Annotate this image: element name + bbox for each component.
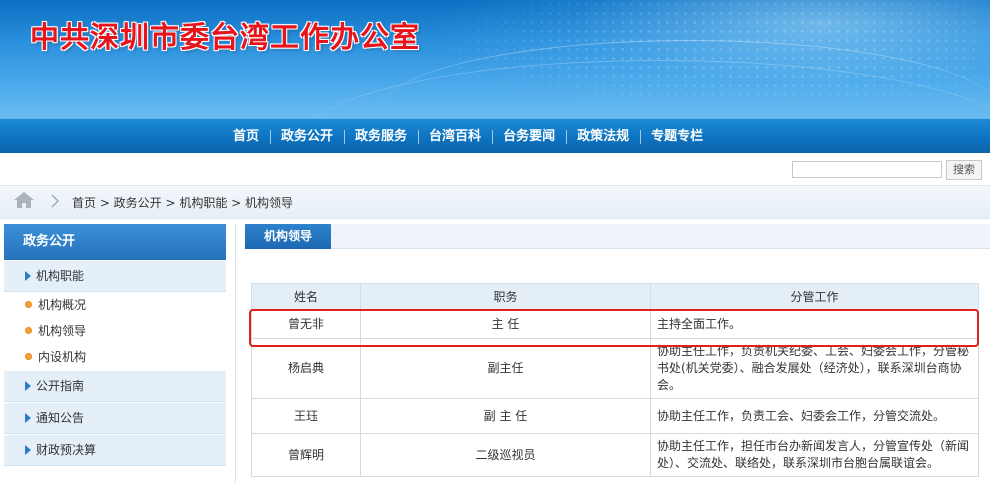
triangle-right-icon (25, 381, 31, 391)
sidebar-sub-label: 机构概况 (38, 298, 87, 312)
table-row: 王珏 副 主 任 协助主任工作，负责工会、妇委会工作，分管交流处。 (251, 398, 979, 434)
nav-item-taiwan-encyclopedia[interactable]: 台湾百科 (418, 119, 492, 154)
cell-name: 曾辉明 (251, 433, 361, 477)
sidebar-item-disclosure-guide[interactable]: 公开指南 (4, 370, 226, 402)
sidebar-sub-internal-departments[interactable]: 内设机构 (4, 344, 226, 370)
highlight-box (249, 309, 979, 347)
sidebar-sub-label: 机构领导 (38, 324, 87, 338)
cell-position: 二级巡视员 (360, 433, 651, 477)
cell-name: 王珏 (251, 398, 361, 434)
cell-position: 副 主 任 (360, 398, 651, 434)
site-banner: 中共深圳市委台湾工作办公室 (0, 0, 990, 118)
nav-item-services[interactable]: 政务服务 (344, 119, 418, 154)
bullet-icon (25, 301, 32, 308)
site-title: 中共深圳市委台湾工作办公室 (30, 20, 421, 54)
divider (235, 224, 236, 483)
table-row: 曾辉明 二级巡视员 协助主任工作，担任市台办新闻发言人，分管宣传处（新闻处）、交… (251, 433, 979, 477)
table-header-row: 姓名 职务 分管工作 (251, 283, 979, 310)
nav-item-government-affairs[interactable]: 政务公开 (270, 119, 344, 154)
triangle-right-icon (25, 271, 31, 281)
bullet-icon (25, 327, 32, 334)
table-row: 杨启典 副主任 协助主任工作，负责机关纪委、工会、妇委会工作，分管秘书处(机关党… (251, 338, 979, 399)
column-header-responsibilities: 分管工作 (650, 283, 979, 310)
content-tab-bar (245, 224, 990, 249)
breadcrumb: 首页 > 政务公开 > 机构职能 > 机构领导 (72, 196, 294, 210)
main-nav: 首页 政务公开 政务服务 台湾百科 台务要闻 政策法规 专题专栏 (0, 118, 990, 154)
sidebar-item-budget[interactable]: 财政预决算 (4, 434, 226, 466)
sidebar-heading: 政务公开 (4, 224, 226, 260)
triangle-right-icon (25, 413, 31, 423)
column-header-position: 职务 (360, 283, 651, 310)
cell-responsibilities: 协助主任工作，担任市台办新闻发言人，分管宣传处（新闻处）、交流处、联络处，联系深… (650, 433, 979, 477)
sidebar-sub-institution-overview[interactable]: 机构概况 (4, 292, 226, 318)
sidebar: 政务公开 机构职能 机构概况 机构领导 内设机构 公开指南 通知公告 财政预决算 (4, 224, 226, 466)
nav-item-topics[interactable]: 专题专栏 (640, 119, 714, 154)
search-input[interactable] (792, 161, 942, 178)
sidebar-item-notices[interactable]: 通知公告 (4, 402, 226, 434)
chevron-right-icon (51, 194, 59, 208)
sidebar-item-label: 通知公告 (36, 411, 85, 425)
nav-item-policies[interactable]: 政策法规 (566, 119, 640, 154)
cell-responsibilities: 协助主任工作，负责工会、妇委会工作，分管交流处。 (650, 398, 979, 434)
sidebar-item-institution-functions[interactable]: 机构职能 (4, 260, 226, 292)
search-button[interactable]: 搜索 (946, 160, 982, 180)
cell-name: 杨启典 (251, 338, 361, 399)
home-icon[interactable] (13, 191, 35, 209)
cell-responsibilities: 协助主任工作，负责机关纪委、工会、妇委会工作，分管秘书处(机关党委）、融合发展处… (650, 338, 979, 399)
nav-item-home[interactable]: 首页 (222, 119, 270, 154)
cell-position: 副主任 (360, 338, 651, 399)
tab-leadership[interactable]: 机构领导 (245, 224, 331, 249)
sidebar-sub-label: 内设机构 (38, 350, 87, 364)
sidebar-item-label: 财政预决算 (36, 443, 97, 457)
bullet-icon (25, 353, 32, 360)
sidebar-item-label: 公开指南 (36, 379, 85, 393)
nav-item-news[interactable]: 台务要闻 (492, 119, 566, 154)
column-header-name: 姓名 (251, 283, 361, 310)
sidebar-sub-leadership[interactable]: 机构领导 (4, 318, 226, 344)
sidebar-item-label: 机构职能 (36, 269, 85, 283)
triangle-right-icon (25, 445, 31, 455)
